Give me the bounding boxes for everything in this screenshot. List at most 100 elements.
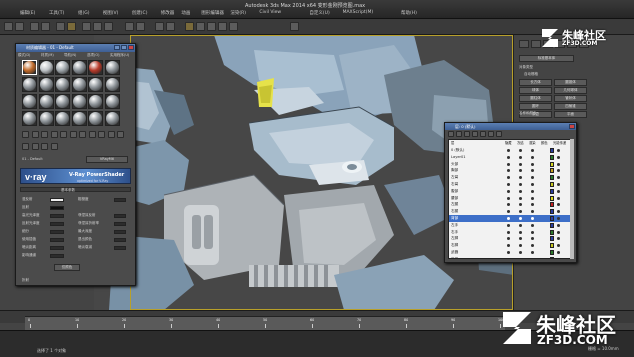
material-slot[interactable] [88, 111, 103, 126]
create-object-button[interactable]: 平面 [554, 111, 587, 118]
create-object-button[interactable]: 管状体 [554, 95, 587, 102]
layer-toggle-icon[interactable] [519, 217, 522, 220]
layer-manager-window[interactable]: 层: 0 (默认) 层 隐藏 冻结 渲染 颜色 光能传递 0 (默认) Layer01 头部 胸部… [444, 122, 577, 263]
layer-color-swatch[interactable] [550, 256, 554, 258]
material-tool-icon[interactable] [22, 131, 29, 138]
material-slot[interactable] [88, 60, 103, 75]
material-slot[interactable] [71, 94, 87, 109]
layer-color-swatch[interactable] [550, 222, 554, 228]
material-slot[interactable] [22, 60, 37, 75]
radiosity-icon[interactable] [557, 149, 560, 152]
radiosity-icon[interactable] [557, 203, 560, 207]
undo-icon[interactable] [4, 22, 13, 31]
layer-toggle-icon[interactable] [519, 155, 522, 159]
layer-color-swatch[interactable] [550, 202, 554, 208]
close-button[interactable] [128, 45, 134, 50]
layer-color-swatch[interactable] [550, 195, 554, 201]
mirror-icon[interactable] [155, 22, 164, 31]
align-icon[interactable] [166, 22, 175, 31]
layer-toggle-icon[interactable] [507, 251, 510, 254]
layer-color-swatch[interactable] [550, 216, 554, 221]
layer-toggle-icon[interactable] [519, 244, 522, 248]
rotate-icon[interactable] [93, 22, 102, 31]
menu-item[interactable]: 图形编辑器 [201, 10, 224, 16]
material-menu-item[interactable]: 实用程序(U) [110, 53, 129, 58]
radiosity-icon[interactable] [557, 251, 560, 254]
layer-toggle-icon[interactable] [507, 244, 510, 248]
material-type-button[interactable]: VRayMtl [86, 156, 128, 163]
layer-color-swatch[interactable] [550, 175, 554, 181]
layer-toggle-icon[interactable] [519, 189, 522, 193]
extra-value-spinner[interactable] [114, 230, 126, 234]
radiosity-icon[interactable] [557, 244, 560, 248]
layer-color-swatch[interactable] [550, 250, 554, 255]
material-slot[interactable] [22, 77, 37, 92]
radiosity-icon[interactable] [557, 257, 560, 258]
layer-tool-icon[interactable] [480, 131, 486, 137]
layer-toggle-icon[interactable] [507, 189, 510, 193]
material-slot[interactable] [38, 60, 54, 75]
radiosity-icon[interactable] [557, 176, 560, 180]
value-spinner[interactable] [50, 230, 64, 234]
material-slot[interactable] [88, 94, 103, 109]
create-object-button[interactable]: 几何球体 [554, 87, 587, 94]
menu-item[interactable]: 组(G) [78, 10, 90, 16]
radiosity-icon[interactable] [557, 189, 560, 193]
layer-color-swatch[interactable] [550, 148, 554, 153]
material-tool-icon[interactable] [31, 131, 39, 138]
layer-toggle-icon[interactable] [531, 183, 534, 186]
radiosity-icon[interactable] [557, 169, 560, 173]
material-menu-item[interactable]: 模式(D) [18, 53, 30, 58]
material-slot[interactable] [55, 111, 70, 126]
material-tool-icon[interactable] [41, 131, 48, 138]
layer-toggle-icon[interactable] [531, 223, 534, 227]
material-tool-icon[interactable] [98, 131, 105, 138]
layer-toggle-icon[interactable] [519, 162, 522, 166]
select-by-name-icon[interactable] [67, 22, 76, 31]
layer-toggle-icon[interactable] [519, 223, 522, 227]
material-slot[interactable] [22, 94, 37, 109]
layer-tool-icon[interactable] [496, 131, 502, 137]
menu-item[interactable]: 视图(V) [103, 10, 119, 16]
material-editor-window[interactable]: 材质编辑器 - 01 - Default 模式(D) 材质(M) 导航(N) 选项(O… [15, 43, 136, 286]
color-swatch[interactable] [50, 206, 64, 210]
snap-icon[interactable] [125, 22, 134, 31]
menu-item[interactable]: MAXScript(M) [343, 10, 374, 15]
radiosity-icon[interactable] [557, 155, 560, 159]
material-slot[interactable] [55, 77, 70, 92]
material-tool-icon[interactable] [50, 131, 58, 138]
material-slot[interactable] [71, 111, 87, 126]
layer-toggle-icon[interactable] [507, 196, 510, 200]
radiosity-icon[interactable] [557, 162, 560, 166]
extra-value-spinner[interactable] [114, 214, 126, 218]
material-tool-icon[interactable] [79, 131, 86, 138]
layer-toggle-icon[interactable] [507, 149, 510, 152]
menu-item[interactable]: 帮助(H) [401, 10, 417, 16]
layer-toggle-icon[interactable] [507, 169, 510, 173]
layer-toggle-icon[interactable] [519, 210, 522, 214]
material-slot[interactable] [55, 94, 70, 109]
curve-editor-icon[interactable] [196, 22, 205, 31]
layer-color-swatch[interactable] [550, 209, 554, 215]
layer-toggle-icon[interactable] [531, 169, 534, 173]
layer-toggle-icon[interactable] [519, 230, 522, 234]
layer-toggle-icon[interactable] [519, 149, 522, 152]
create-tab-icon[interactable] [519, 40, 529, 48]
material-menu-item[interactable]: 选项(O) [87, 53, 100, 58]
scale-icon[interactable] [104, 22, 113, 31]
menu-item[interactable]: 编辑(E) [20, 10, 35, 16]
layer-toggle-icon[interactable] [519, 196, 522, 200]
unlink-icon[interactable] [41, 22, 50, 31]
create-object-button[interactable]: 圆环 [519, 103, 552, 110]
layer-color-swatch[interactable] [550, 161, 554, 167]
material-slot[interactable] [38, 77, 54, 92]
material-tool-icon[interactable] [107, 131, 115, 138]
layer-toggle-icon[interactable] [531, 217, 534, 220]
layer-toggle-icon[interactable] [519, 251, 522, 254]
material-slot[interactable] [71, 60, 87, 75]
maximize-button[interactable] [121, 45, 127, 50]
layer-toggle-icon[interactable] [519, 176, 522, 180]
layer-color-swatch[interactable] [550, 154, 554, 160]
menu-item[interactable]: 渲染(R) [230, 10, 246, 16]
create-object-button[interactable]: 圆柱体 [519, 95, 552, 102]
